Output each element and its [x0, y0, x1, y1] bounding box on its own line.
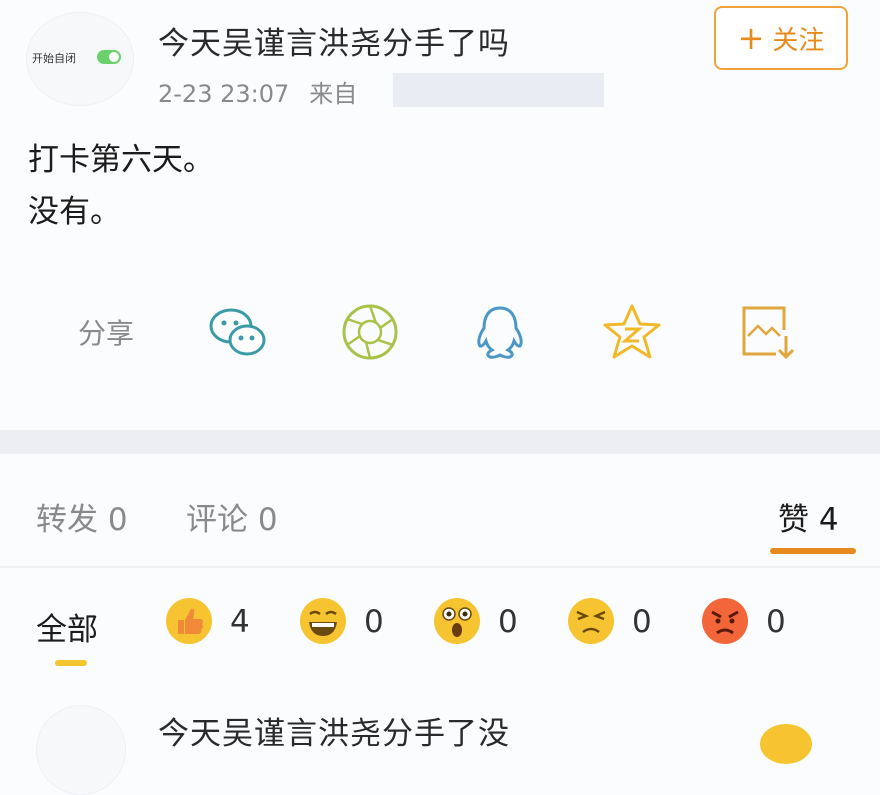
reaction-count: 0 [364, 604, 384, 640]
list-item-name[interactable]: 今天吴谨言洪尧分手了没 [158, 708, 510, 753]
tabs-separator [0, 566, 880, 568]
reaction-count: 0 [632, 604, 652, 640]
wechat-icon[interactable] [206, 300, 270, 364]
tab-repost[interactable]: 转发 0 [36, 494, 128, 539]
laugh-icon[interactable] [298, 596, 348, 646]
post-body: 打卡第六天。 没有。 [28, 134, 214, 238]
section-divider [0, 430, 880, 454]
post-meta: 2-23 23:07 来自 [158, 74, 357, 109]
filter-active-indicator [55, 660, 87, 666]
tab-active-indicator [770, 548, 856, 554]
moments-icon[interactable] [338, 300, 402, 364]
sad-icon[interactable] [566, 596, 616, 646]
filter-all[interactable]: 全部 [36, 604, 98, 649]
post-body-line: 没有。 [28, 194, 121, 230]
reaction-count: 0 [498, 604, 518, 640]
plus-icon: + [737, 19, 765, 57]
reaction-count: 4 [230, 604, 250, 640]
share-label: 分享 [78, 317, 135, 350]
toggle-icon [97, 50, 121, 64]
thumbs-up-icon[interactable] [164, 596, 214, 646]
follow-label: 关注 [772, 25, 825, 56]
tab-like[interactable]: 赞 4 [778, 494, 839, 539]
qzone-icon[interactable] [600, 300, 664, 364]
angry-icon[interactable] [700, 596, 750, 646]
surprised-icon[interactable] [432, 596, 482, 646]
reaction-badge-icon [760, 724, 812, 764]
reaction-count: 0 [766, 604, 786, 640]
post-source-prefix: 来自 [309, 80, 358, 108]
redacted-source [393, 73, 604, 107]
tab-comment[interactable]: 评论 0 [186, 494, 278, 539]
list-item-avatar[interactable] [36, 705, 126, 795]
save-image-icon[interactable] [736, 300, 800, 364]
follow-button[interactable]: + 关注 [714, 6, 848, 70]
post-body-line: 打卡第六天。 [28, 142, 214, 178]
qq-icon[interactable] [468, 300, 532, 364]
post-author-name[interactable]: 今天吴谨言洪尧分手了吗 [158, 18, 510, 63]
avatar-caption: 开始自闭 [32, 52, 76, 65]
post-time: 2-23 23:07 [158, 80, 290, 108]
